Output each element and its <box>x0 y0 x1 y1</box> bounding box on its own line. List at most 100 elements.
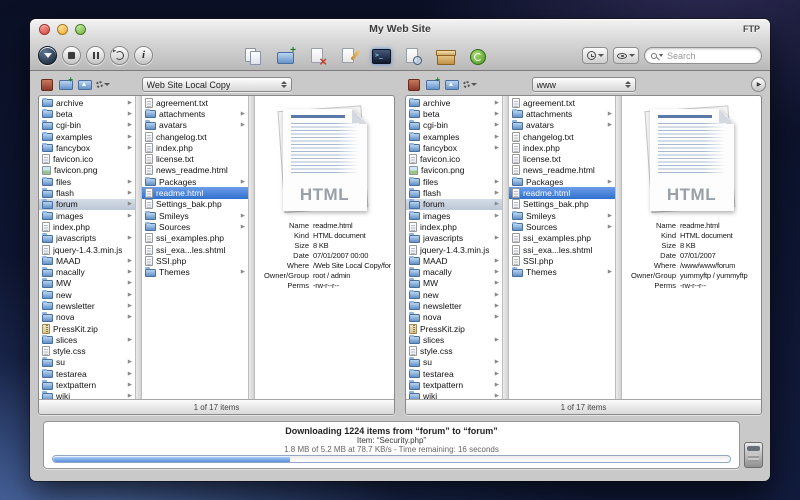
list-item[interactable]: agreement.txt <box>509 97 615 108</box>
path-selector[interactable]: Web Site Local Copy <box>142 77 292 92</box>
list-item[interactable]: nova▶ <box>406 312 502 323</box>
delete-button[interactable] <box>305 45 329 67</box>
zoom-button[interactable] <box>75 24 86 35</box>
scrollbar[interactable] <box>248 96 255 399</box>
list-item[interactable]: su▶ <box>406 357 502 368</box>
list-item[interactable]: readme.html <box>509 187 615 198</box>
list-item[interactable]: favicon.png <box>406 165 502 176</box>
list-item[interactable]: favicon.ico <box>39 153 135 164</box>
list-item[interactable]: archive▶ <box>406 97 502 108</box>
list-item[interactable]: index.php <box>509 142 615 153</box>
list-item[interactable]: archive▶ <box>39 97 135 108</box>
list-item[interactable]: flash▶ <box>39 187 135 198</box>
stop-button[interactable] <box>62 46 81 65</box>
list-item[interactable]: images▶ <box>406 210 502 221</box>
close-button[interactable] <box>39 24 50 35</box>
list-item[interactable]: slices▶ <box>39 334 135 345</box>
list-item[interactable]: attachments▶ <box>142 108 248 119</box>
view-options-button[interactable] <box>613 47 639 64</box>
list-item[interactable]: attachments▶ <box>509 108 615 119</box>
refresh-button[interactable] <box>110 46 129 65</box>
list-item[interactable]: Themes▶ <box>509 266 615 277</box>
list-item[interactable]: Themes▶ <box>142 266 248 277</box>
list-item[interactable]: style.css <box>406 346 502 357</box>
list-item[interactable]: changelog.txt <box>142 131 248 142</box>
list-item[interactable]: forum▶ <box>39 199 135 210</box>
list-item[interactable]: news_readme.html <box>142 165 248 176</box>
list-item[interactable]: flash▶ <box>406 187 502 198</box>
list-item[interactable]: ssi_exa...les.shtml <box>509 244 615 255</box>
list-item[interactable]: avatars▶ <box>142 120 248 131</box>
list-item[interactable]: testarea▶ <box>406 368 502 379</box>
list-item[interactable]: new▶ <box>39 289 135 300</box>
list-item[interactable]: index.php <box>39 221 135 232</box>
list-item[interactable]: jquery-1.4.3.min.js <box>39 244 135 255</box>
list-item[interactable]: MW▶ <box>39 278 135 289</box>
scrollbar[interactable] <box>615 96 622 399</box>
list-item[interactable]: files▶ <box>39 176 135 187</box>
list-item[interactable]: textpattern▶ <box>39 379 135 390</box>
transfer-button[interactable] <box>38 46 57 65</box>
scrollbar[interactable] <box>135 96 142 399</box>
action-menu-button[interactable] <box>96 77 110 91</box>
list-item[interactable]: news_readme.html <box>509 165 615 176</box>
favorites-button[interactable] <box>39 77 54 91</box>
info-button[interactable]: i <box>134 46 153 65</box>
new-folder-button[interactable] <box>58 77 73 91</box>
list-item[interactable]: fancybox▶ <box>406 142 502 153</box>
parent-folder-button[interactable] <box>77 77 92 91</box>
list-item[interactable]: changelog.txt <box>509 131 615 142</box>
list-item[interactable]: newsletter▶ <box>39 300 135 311</box>
list-item[interactable]: examples▶ <box>406 131 502 142</box>
scrollbar[interactable] <box>502 96 509 399</box>
list-item[interactable]: Sources▶ <box>142 221 248 232</box>
archive-button[interactable] <box>433 45 457 67</box>
list-item[interactable]: su▶ <box>39 357 135 368</box>
list-item[interactable]: index.php <box>406 221 502 232</box>
list-item[interactable]: images▶ <box>39 210 135 221</box>
copy-button[interactable] <box>241 45 265 67</box>
list-item[interactable]: javascripts▶ <box>39 233 135 244</box>
list-item[interactable]: MAAD▶ <box>406 255 502 266</box>
list-item[interactable]: nova▶ <box>39 312 135 323</box>
list-item[interactable]: testarea▶ <box>39 368 135 379</box>
list-item[interactable]: Settings_bak.php <box>142 199 248 210</box>
quicklook-button[interactable] <box>401 45 425 67</box>
new-folder-button[interactable] <box>273 45 297 67</box>
list-item[interactable]: MW▶ <box>406 278 502 289</box>
list-item[interactable]: favicon.ico <box>406 153 502 164</box>
list-item[interactable]: forum▶ <box>406 199 502 210</box>
list-item[interactable]: textpattern▶ <box>406 379 502 390</box>
list-item[interactable]: files▶ <box>406 176 502 187</box>
list-item[interactable]: ssi_examples.php <box>509 233 615 244</box>
list-item[interactable]: index.php <box>142 142 248 153</box>
list-item[interactable]: examples▶ <box>39 131 135 142</box>
list-item[interactable]: fancybox▶ <box>39 142 135 153</box>
titlebar[interactable]: My Web Site FTP <box>30 19 770 40</box>
search-input[interactable] <box>665 50 757 62</box>
action-menu-button[interactable] <box>463 77 477 91</box>
list-item[interactable]: SSI.php <box>509 255 615 266</box>
list-item[interactable]: new▶ <box>406 289 502 300</box>
list-item[interactable]: PressKit.zip <box>39 323 135 334</box>
pause-button[interactable] <box>86 46 105 65</box>
favorites-button[interactable] <box>406 77 421 91</box>
list-item[interactable]: PressKit.zip <box>406 323 502 334</box>
edit-button[interactable] <box>337 45 361 67</box>
list-item[interactable]: Packages▶ <box>142 176 248 187</box>
list-item[interactable]: ssi_examples.php <box>142 233 248 244</box>
list-item[interactable]: cgi-bin▶ <box>39 120 135 131</box>
new-folder-button[interactable] <box>425 77 440 91</box>
list-item[interactable]: macally▶ <box>39 266 135 277</box>
list-item[interactable]: agreement.txt <box>142 97 248 108</box>
list-item[interactable]: Sources▶ <box>509 221 615 232</box>
list-item[interactable]: Smileys▶ <box>509 210 615 221</box>
list-item[interactable]: beta▶ <box>406 108 502 119</box>
list-item[interactable]: javascripts▶ <box>406 233 502 244</box>
minimize-button[interactable] <box>57 24 68 35</box>
list-item[interactable]: slices▶ <box>406 334 502 345</box>
list-item[interactable]: wiki▶ <box>39 391 135 399</box>
list-item[interactable]: beta▶ <box>39 108 135 119</box>
list-item[interactable]: ssi_exa...les.shtml <box>142 244 248 255</box>
list-item[interactable]: license.txt <box>509 153 615 164</box>
